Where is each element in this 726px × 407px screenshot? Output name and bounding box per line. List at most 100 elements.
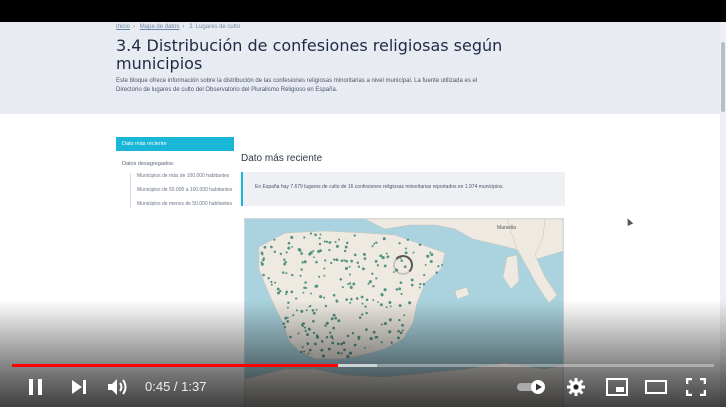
worship-place-marker[interactable] — [372, 284, 375, 288]
worship-place-marker[interactable] — [273, 250, 277, 254]
worship-place-marker[interactable] — [369, 280, 372, 284]
worship-place-marker[interactable] — [441, 263, 443, 266]
worship-place-marker[interactable] — [338, 238, 340, 241]
worship-place-marker[interactable] — [262, 257, 265, 260]
worship-place-marker[interactable] — [348, 265, 351, 268]
worship-place-marker[interactable] — [260, 262, 264, 266]
worship-place-marker[interactable] — [373, 242, 376, 245]
worship-place-marker[interactable] — [287, 246, 291, 250]
worship-place-marker[interactable] — [260, 251, 264, 255]
volume-button[interactable] — [106, 377, 130, 397]
pause-button[interactable] — [26, 378, 46, 396]
worship-place-marker[interactable] — [344, 245, 348, 249]
worship-place-marker[interactable] — [398, 242, 401, 245]
worship-place-marker[interactable] — [379, 254, 383, 258]
worship-place-marker[interactable] — [285, 251, 288, 254]
worship-place-marker[interactable] — [423, 274, 426, 277]
worship-place-marker[interactable] — [361, 267, 365, 271]
worship-place-marker[interactable] — [350, 286, 353, 289]
worship-place-marker[interactable] — [318, 237, 321, 240]
worship-place-marker[interactable] — [406, 238, 410, 242]
worship-place-marker[interactable] — [348, 282, 352, 285]
worship-place-marker[interactable] — [318, 275, 321, 278]
worship-place-marker[interactable] — [263, 245, 267, 249]
worship-place-marker[interactable] — [343, 259, 346, 262]
worship-place-marker[interactable] — [328, 241, 331, 244]
worship-place-marker[interactable] — [363, 257, 367, 260]
nav-item-mas-100000[interactable]: Municipios de más de 100.000 habitantes — [137, 173, 234, 180]
worship-place-marker[interactable] — [412, 251, 415, 254]
worship-place-marker[interactable] — [345, 241, 349, 245]
worship-place-marker[interactable] — [376, 264, 380, 267]
worship-place-marker[interactable] — [350, 259, 354, 263]
worship-place-marker[interactable] — [325, 240, 328, 243]
worship-place-marker[interactable] — [308, 252, 312, 256]
worship-place-marker[interactable] — [299, 249, 302, 252]
worship-place-marker[interactable] — [375, 277, 378, 280]
worship-place-marker[interactable] — [356, 261, 360, 264]
worship-place-marker[interactable] — [395, 288, 399, 291]
worship-place-marker[interactable] — [299, 274, 302, 277]
worship-place-marker[interactable] — [371, 272, 374, 275]
worship-place-marker[interactable] — [330, 261, 333, 265]
worship-place-marker[interactable] — [315, 284, 319, 288]
worship-place-marker[interactable] — [360, 295, 364, 299]
worship-place-marker[interactable] — [323, 240, 326, 243]
worship-place-marker[interactable] — [353, 234, 356, 237]
worship-place-marker[interactable] — [383, 264, 387, 268]
worship-place-marker[interactable] — [418, 286, 421, 289]
worship-place-marker[interactable] — [424, 263, 427, 266]
worship-place-marker[interactable] — [319, 233, 322, 236]
worship-place-marker[interactable] — [301, 261, 304, 264]
worship-place-marker[interactable] — [348, 273, 351, 276]
worship-place-marker[interactable] — [318, 242, 322, 246]
worship-place-marker[interactable] — [291, 273, 294, 277]
worship-place-marker[interactable] — [429, 259, 433, 264]
worship-place-marker[interactable] — [399, 281, 403, 284]
nav-item-menos-50000[interactable]: Municipios de menos de 50.000 habitantes — [137, 201, 234, 208]
worship-place-marker[interactable] — [404, 251, 408, 255]
worship-place-marker[interactable] — [404, 247, 408, 250]
worship-place-marker[interactable] — [303, 286, 306, 289]
settings-button[interactable] — [566, 377, 586, 397]
worship-place-marker[interactable] — [324, 259, 327, 262]
worship-place-marker[interactable] — [323, 267, 326, 270]
scrollbar-thumb[interactable] — [721, 42, 725, 112]
worship-place-marker[interactable] — [300, 252, 303, 255]
worship-place-marker[interactable] — [285, 293, 288, 296]
worship-place-marker[interactable] — [375, 241, 378, 244]
worship-place-marker[interactable] — [291, 245, 294, 248]
worship-place-marker[interactable] — [341, 286, 344, 289]
worship-place-marker[interactable] — [383, 288, 387, 292]
worship-place-marker[interactable] — [385, 252, 388, 255]
worship-place-marker[interactable] — [304, 281, 307, 284]
worship-place-marker[interactable] — [343, 249, 347, 253]
worship-place-marker[interactable] — [362, 252, 366, 256]
worship-place-marker[interactable] — [344, 266, 349, 270]
next-button[interactable] — [70, 379, 88, 395]
worship-place-marker[interactable] — [281, 271, 285, 274]
worship-place-marker[interactable] — [357, 265, 361, 268]
worship-place-marker[interactable] — [332, 293, 336, 297]
worship-place-marker[interactable] — [335, 244, 339, 248]
worship-place-marker[interactable] — [335, 258, 339, 262]
worship-place-marker[interactable] — [419, 282, 422, 286]
worship-place-marker[interactable] — [279, 252, 283, 256]
worship-place-marker[interactable] — [270, 245, 273, 249]
worship-place-marker[interactable] — [353, 253, 357, 257]
worship-place-marker[interactable] — [300, 268, 303, 271]
worship-place-marker[interactable] — [276, 291, 281, 295]
worship-place-marker[interactable] — [333, 258, 336, 261]
worship-place-marker[interactable] — [367, 282, 370, 285]
worship-place-marker[interactable] — [410, 283, 414, 287]
worship-place-marker[interactable] — [410, 278, 414, 282]
worship-place-marker[interactable] — [262, 273, 265, 277]
worship-place-marker[interactable] — [323, 296, 326, 299]
worship-place-marker[interactable] — [374, 259, 378, 263]
worship-place-marker[interactable] — [352, 282, 356, 286]
worship-place-marker[interactable] — [371, 245, 374, 248]
worship-place-marker[interactable] — [346, 283, 349, 286]
worship-place-marker[interactable] — [304, 260, 307, 264]
miniplayer-button[interactable] — [606, 378, 628, 396]
worship-place-marker[interactable] — [267, 276, 270, 280]
